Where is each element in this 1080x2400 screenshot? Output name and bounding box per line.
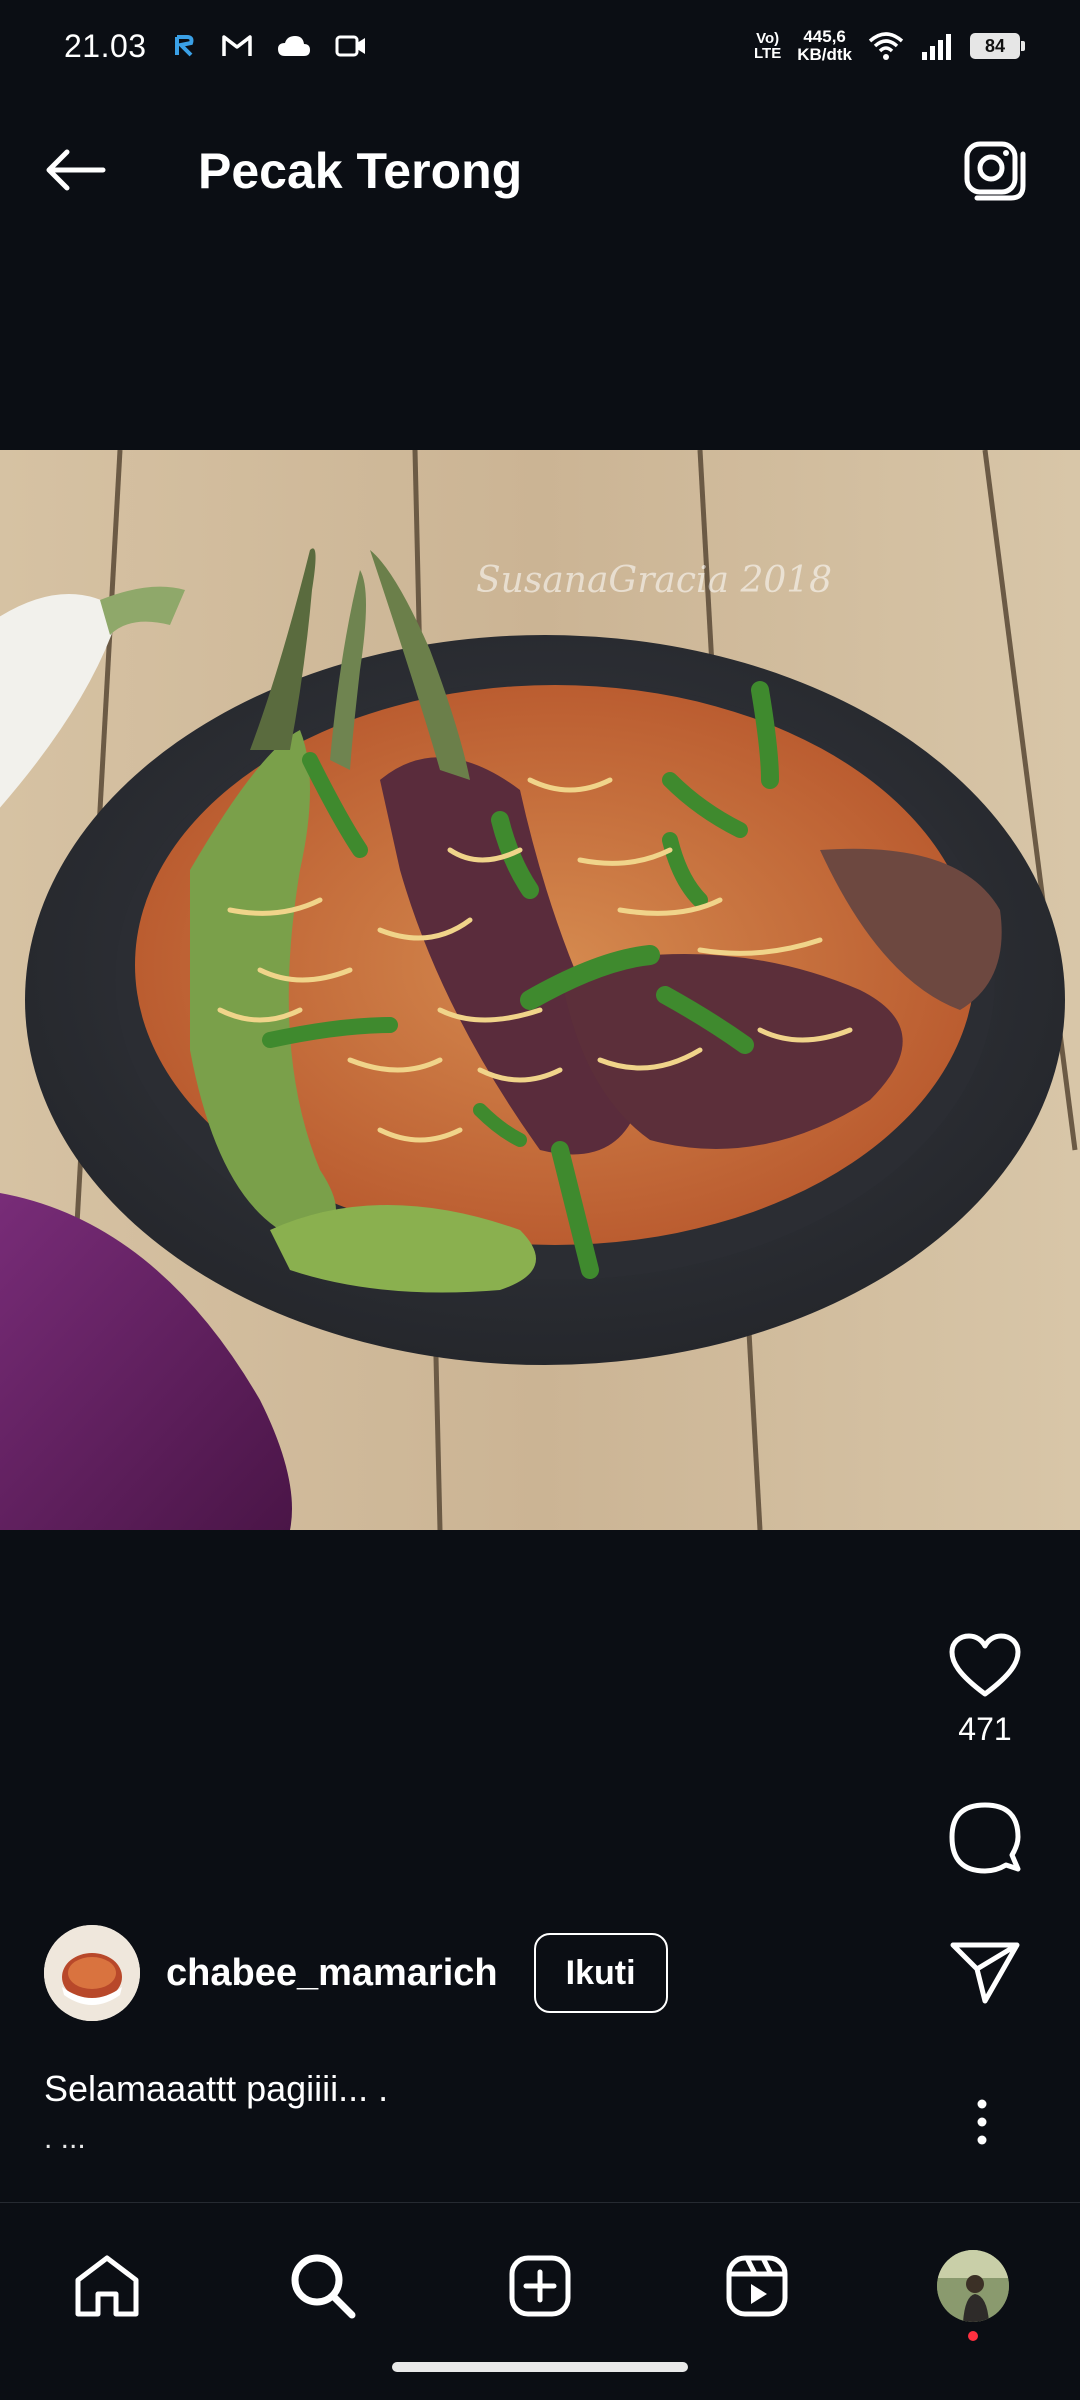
more-vertical-icon [977, 2099, 987, 2145]
network-speed-value: 445,6 [803, 27, 846, 46]
battery-icon: 84 [970, 33, 1025, 59]
like-button[interactable] [945, 1625, 1025, 1705]
profile-avatar [937, 2250, 1009, 2322]
comment-button[interactable] [945, 1798, 1025, 1878]
heart-icon [949, 1633, 1021, 1697]
home-indicator[interactable] [392, 2362, 688, 2372]
volte-bottom-label: LTE [754, 45, 782, 62]
author-row: chabee_mamarich Ikuti [44, 1925, 668, 2021]
share-button[interactable] [945, 1932, 1025, 2012]
create-icon [509, 2255, 571, 2317]
network-speed: 445,6 KB/dtk [797, 28, 852, 64]
arrow-left-icon [46, 149, 106, 191]
signal-icon [922, 34, 951, 60]
like-count: 471 [958, 1711, 1012, 1747]
page-title: Pecak Terong [198, 143, 523, 199]
post-image[interactable]: SusanaGracia 2018 [0, 450, 1080, 1530]
comment-icon [949, 1802, 1021, 1874]
status-notification-icons [171, 33, 367, 59]
author-username[interactable]: chabee_mamarich [166, 1952, 498, 1995]
search-icon [291, 2254, 356, 2319]
send-icon [950, 1942, 1020, 2004]
profile-avatar-image [937, 2250, 1009, 2322]
post-caption[interactable]: Selamaaattt pagiiii... . [44, 2068, 388, 2110]
nav-search[interactable] [278, 2241, 368, 2331]
camera-icon [964, 141, 1026, 201]
notification-app-icon [174, 35, 194, 57]
wifi-icon [868, 32, 904, 60]
nav-reels[interactable] [712, 2241, 802, 2331]
caption-more[interactable]: . ... [44, 2124, 86, 2154]
image-watermark: SusanaGracia 2018 [476, 560, 833, 601]
post-actions: 471 [930, 1625, 1040, 2012]
home-icon [75, 2255, 139, 2317]
camera-button[interactable] [962, 138, 1028, 204]
network-speed-unit: KB/dtk [797, 45, 852, 64]
video-icon [335, 35, 365, 57]
nav-profile[interactable] [928, 2241, 1018, 2341]
volte-top-label: Vo) [756, 30, 780, 47]
author-avatar[interactable] [44, 1925, 140, 2021]
status-system-icons: Vo) LTE 445,6 KB/dtk 84 [754, 28, 1025, 64]
follow-button[interactable]: Ikuti [533, 1933, 668, 2013]
food-photo [0, 450, 1080, 1530]
volte-indicator: Vo) LTE [754, 31, 781, 61]
reels-icon [726, 2255, 788, 2317]
nav-home[interactable] [62, 2241, 152, 2331]
status-time: 21.03 [64, 27, 147, 64]
avatar-image [44, 1925, 140, 2021]
more-options-button[interactable] [960, 2090, 1004, 2154]
gmail-icon [221, 35, 252, 56]
back-button[interactable] [40, 140, 110, 200]
status-bar: 21.03 Vo) LTE 445,6 KB/dtk 84 [0, 0, 1080, 92]
cloud-icon [277, 36, 310, 56]
post-header: Pecak Terong [0, 110, 1080, 230]
nav-create[interactable] [495, 2241, 585, 2331]
notification-dot [968, 2331, 978, 2341]
